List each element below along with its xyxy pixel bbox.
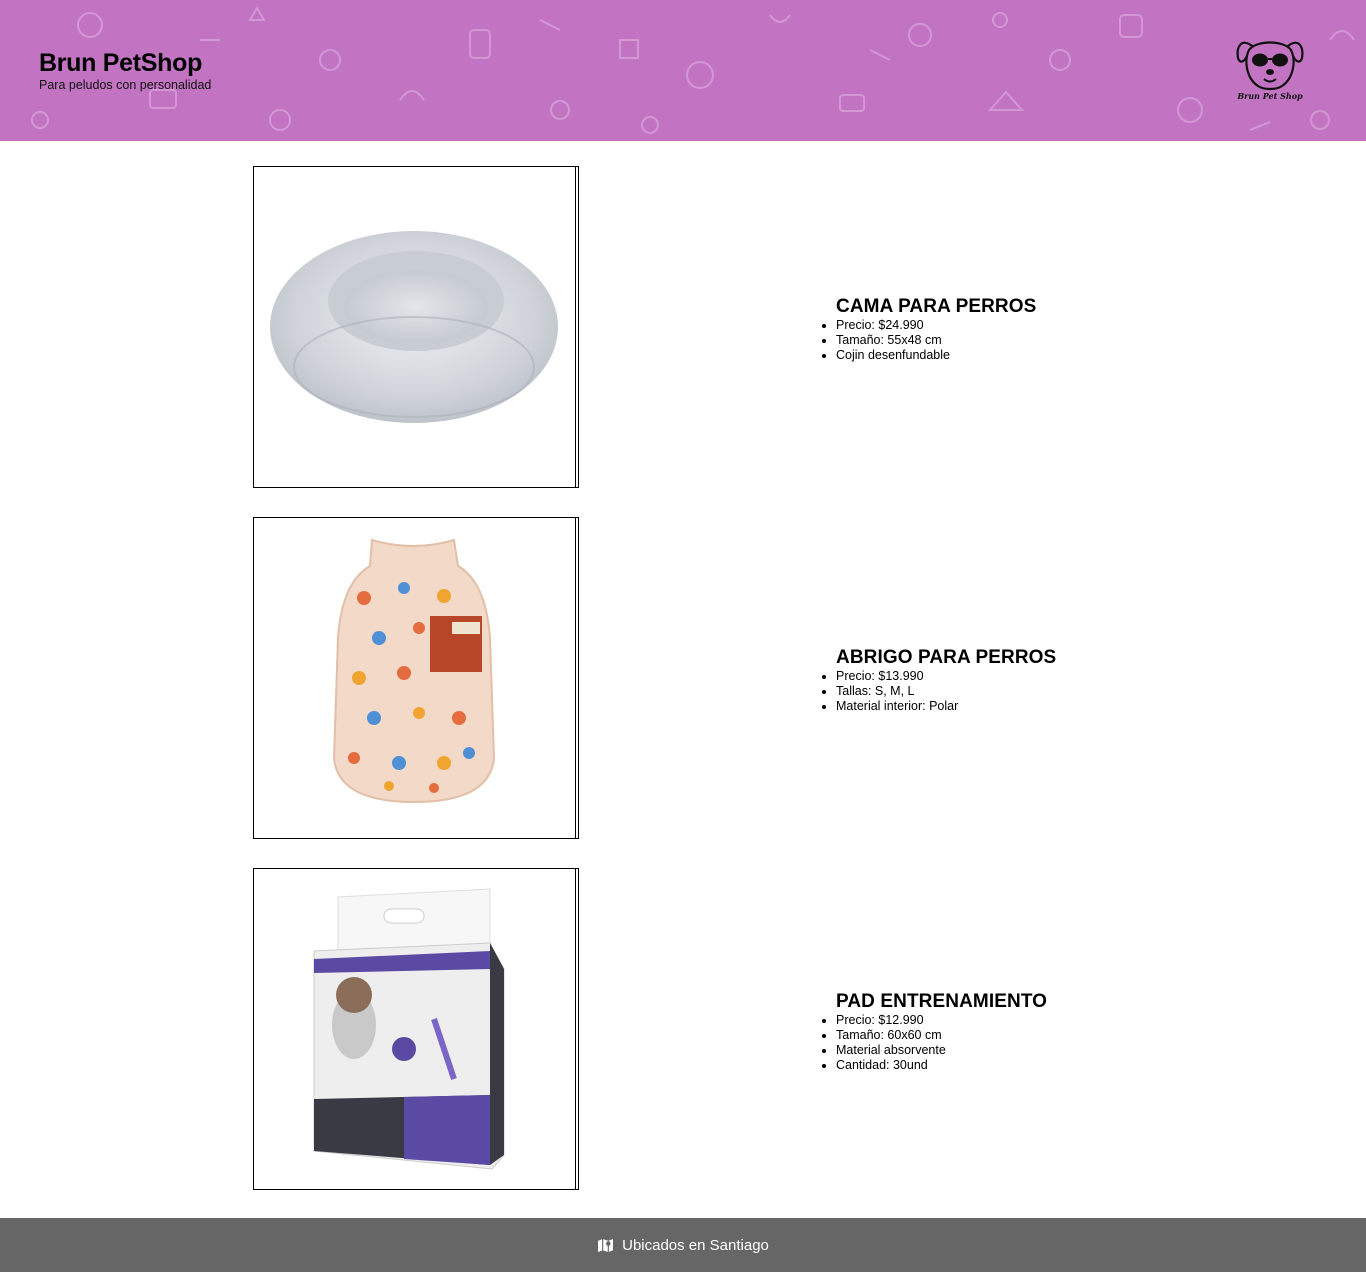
product-image-frame <box>253 517 579 839</box>
map-icon <box>598 1238 614 1252</box>
dog-bed-image <box>270 231 558 423</box>
product-detail: Precio: $24.990 <box>836 318 1036 333</box>
product-image-frame <box>253 166 579 488</box>
product-info: PAD ENTRENAMIENTO Precio: $12.990 Tamaño… <box>836 991 1047 1073</box>
product-detail: Cojin desenfundable <box>836 348 1036 363</box>
product-detail: Material absorvente <box>836 1043 1047 1058</box>
dog-coat-image <box>332 538 496 804</box>
dog-with-sunglasses-icon <box>1236 41 1304 91</box>
product-title: CAMA PARA PERROS <box>836 296 1037 317</box>
site-header: Brun PetShop Para peludos con personalid… <box>0 0 1366 141</box>
product-detail: Tallas: S, M, L <box>836 684 1056 699</box>
product-detail: Precio: $12.990 <box>836 1013 1047 1028</box>
product-details: Precio: $12.990 Tamaño: 60x60 cm Materia… <box>836 1013 1047 1073</box>
product-detail: Cantidad: 30und <box>836 1058 1047 1073</box>
product-detail: Tamaño: 60x60 cm <box>836 1028 1047 1043</box>
site-footer: Ubicados en Santiago <box>0 1218 1366 1272</box>
product-title: ABRIGO PARA PERROS <box>836 647 1057 668</box>
brand: Brun PetShop Para peludos con personalid… <box>39 48 211 92</box>
logo: Brun Pet Shop <box>1232 34 1308 106</box>
brand-subtitle: Para peludos con personalidad <box>39 78 212 92</box>
product-details: Precio: $13.990 Tallas: S, M, L Material… <box>836 669 1056 714</box>
product-details: Precio: $24.990 Tamaño: 55x48 cm Cojin d… <box>836 318 1036 363</box>
location-text: Ubicados en Santiago <box>622 1236 769 1254</box>
training-pads-image <box>313 888 505 1170</box>
logo-text: Brun Pet Shop <box>1237 91 1303 101</box>
product-title: PAD ENTRENAMIENTO <box>836 991 1048 1012</box>
product-image-frame <box>253 868 579 1190</box>
product-info: CAMA PARA PERROS Precio: $24.990 Tamaño:… <box>836 296 1036 363</box>
product-detail: Tamaño: 55x48 cm <box>836 333 1036 348</box>
product-detail: Material interior: Polar <box>836 699 1056 714</box>
product-detail: Precio: $13.990 <box>836 669 1056 684</box>
brand-title: Brun PetShop <box>39 49 203 77</box>
product-info: ABRIGO PARA PERROS Precio: $13.990 Talla… <box>836 647 1056 714</box>
